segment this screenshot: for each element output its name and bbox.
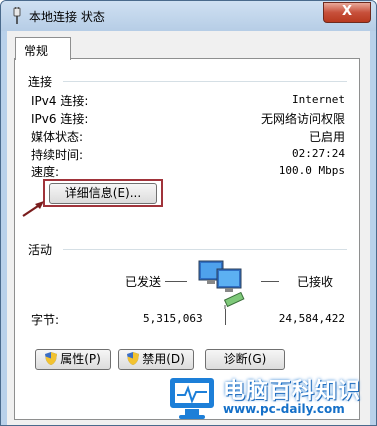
status-window: 本地连接 状态 X 常规 连接 IPv4 连接: Internet IPv6 连… <box>0 0 377 426</box>
received-label: 已接收 <box>297 275 334 289</box>
bytes-label: 字节: <box>31 313 60 327</box>
watermark-url: www.pc-daily.com <box>223 402 345 416</box>
monitor-logo-icon <box>168 376 216 419</box>
activity-divider <box>225 309 226 325</box>
disable-button-label: 禁用(D) <box>142 352 185 366</box>
connection-separator <box>63 81 347 82</box>
network-plug-icon <box>13 7 21 24</box>
diagnose-button[interactable]: 诊断(G) <box>205 349 285 370</box>
bytes-received-value: 24,584,422 <box>278 312 345 325</box>
activity-group-label: 活动 <box>28 243 53 257</box>
properties-button-label: 属性(P) <box>60 352 101 366</box>
media-state-label: 媒体状态: <box>31 130 84 144</box>
ipv4-value: Internet <box>292 93 345 106</box>
connection-group-label: 连接 <box>28 75 53 89</box>
close-button[interactable]: X <box>323 2 371 23</box>
ipv6-label: IPv6 连接: <box>31 112 89 126</box>
uac-shield-icon <box>127 352 140 365</box>
activity-separator <box>63 249 347 250</box>
dialog-client: 常规 连接 IPv4 连接: Internet IPv6 连接: 无网络访问权限… <box>7 31 370 425</box>
title-bar[interactable]: 本地连接 状态 X <box>1 1 376 31</box>
duration-value: 02:27:24 <box>292 147 345 160</box>
window-title: 本地连接 状态 <box>29 10 105 24</box>
network-computers-icon <box>198 260 245 309</box>
properties-button[interactable]: 属性(P) <box>35 349 111 370</box>
tab-general-label: 常规 <box>24 44 49 58</box>
ipv4-label: IPv4 连接: <box>31 94 89 108</box>
pointer-arrow-icon <box>22 201 44 217</box>
watermark-title: 电脑百科知识 <box>223 379 362 404</box>
speed-label: 速度: <box>31 165 60 179</box>
sent-label: 已发送 <box>125 275 162 289</box>
bytes-sent-value: 5,315,063 <box>143 312 203 325</box>
media-state-value: 已启用 <box>308 130 345 144</box>
duration-label: 持续时间: <box>31 148 84 162</box>
details-button[interactable]: 详细信息(E)... <box>49 183 157 204</box>
disable-button[interactable]: 禁用(D) <box>118 349 194 370</box>
site-watermark: 电脑百科知识 www.pc-daily.com <box>161 369 376 425</box>
speed-value: 100.0 Mbps <box>278 164 345 177</box>
uac-shield-icon <box>45 352 58 365</box>
sent-line <box>165 281 187 282</box>
tab-panel: 连接 IPv4 连接: Internet IPv6 连接: 无网络访问权限 媒体… <box>14 58 360 420</box>
tab-general[interactable]: 常规 <box>15 37 71 60</box>
received-line <box>261 281 279 282</box>
ipv6-value: 无网络访问权限 <box>260 112 345 126</box>
